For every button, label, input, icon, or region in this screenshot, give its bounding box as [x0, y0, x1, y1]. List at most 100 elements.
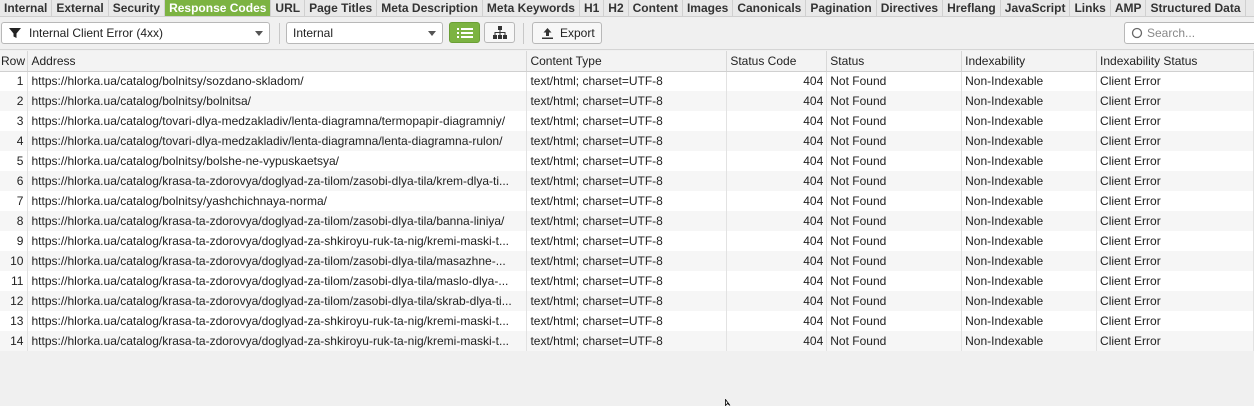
export-button[interactable]: Export [532, 22, 602, 44]
column-header-content-type[interactable]: Content Type [526, 51, 728, 72]
table-row[interactable]: 4 https://hlorka.ua/catalog/tovari-dlya-m… [0, 131, 1254, 151]
table-row[interactable]: 10 https://hlorka.ua/catalog/krasa-ta-zdo… [0, 251, 1254, 271]
tab-structured-data[interactable]: Structured Data [1146, 0, 1246, 16]
table-row[interactable]: 13 https://hlorka.ua/catalog/krasa-ta-zdo… [0, 311, 1254, 331]
content-type-cell: text/html; charset=UTF-8 [526, 291, 728, 311]
tab-page-titles[interactable]: Page Titles [305, 0, 378, 16]
tab-images[interactable]: Images [683, 0, 734, 16]
results-table: Row Address Content Type Status Code Sta… [0, 51, 1254, 351]
status-cell: Not Found [826, 331, 963, 351]
column-header-indexability[interactable]: Indexability [961, 51, 1098, 72]
funnel-icon [9, 28, 21, 38]
tab-canonicals[interactable]: Canonicals [733, 0, 807, 16]
export-icon [542, 27, 553, 39]
tab-meta-keywords[interactable]: Meta Keywords [483, 0, 580, 16]
indexability-cell: Non-Indexable [961, 151, 1098, 171]
status-code-cell: 404 [726, 191, 828, 211]
tab-amp[interactable]: AMP [1111, 0, 1147, 16]
table-row[interactable]: 11 https://hlorka.ua/catalog/krasa-ta-zdo… [0, 271, 1254, 291]
status-code-cell: 404 [726, 91, 828, 111]
column-header-row[interactable]: Row [0, 51, 29, 72]
toolbar: Internal Client Error (4xx) Internal Exp… [0, 17, 1254, 50]
row-number-cell: 14 [0, 331, 29, 351]
status-cell: Not Found [826, 251, 963, 271]
indexability-status-cell: Client Error [1096, 311, 1254, 331]
table-row[interactable]: 8 https://hlorka.ua/catalog/krasa-ta-zdor… [0, 211, 1254, 231]
status-code-cell: 404 [726, 171, 828, 191]
tab-pagination[interactable]: Pagination [806, 0, 877, 16]
tab-links[interactable]: Links [1070, 0, 1111, 16]
table-row[interactable]: 3 https://hlorka.ua/catalog/tovari-dlya-m… [0, 111, 1254, 131]
address-cell: https://hlorka.ua/catalog/krasa-ta-zdoro… [27, 231, 528, 251]
indexability-status-cell: Client Error [1096, 151, 1254, 171]
tab-meta-description[interactable]: Meta Description [377, 0, 483, 16]
tab-security[interactable]: Security [109, 0, 166, 16]
indexability-status-cell: Client Error [1096, 131, 1254, 151]
tab-h1[interactable]: H1 [580, 0, 605, 16]
tab-external[interactable]: External [52, 0, 109, 16]
indexability-status-cell: Client Error [1096, 331, 1254, 351]
chevron-down-icon [428, 31, 436, 36]
content-type-cell: text/html; charset=UTF-8 [526, 331, 728, 351]
address-cell: https://hlorka.ua/catalog/bolnitsy/yashc… [27, 191, 528, 211]
table-row[interactable]: 7 https://hlorka.ua/catalog/bolnitsy/yash… [0, 191, 1254, 211]
scope-dropdown-value: Internal [293, 26, 334, 40]
indexability-status-cell: Client Error [1096, 271, 1254, 291]
list-view-icon [456, 27, 473, 38]
indexability-cell: Non-Indexable [961, 131, 1098, 151]
filter-dropdown[interactable]: Internal Client Error (4xx) [1, 22, 270, 44]
status-code-cell: 404 [726, 211, 828, 231]
column-header-indexability-status[interactable]: Indexability Status [1096, 51, 1254, 72]
content-type-cell: text/html; charset=UTF-8 [526, 271, 728, 291]
table-row[interactable]: 1 https://hlorka.ua/catalog/bolnitsy/sozd… [0, 71, 1254, 91]
row-number-cell: 10 [0, 251, 29, 271]
search-box[interactable] [1124, 22, 1254, 44]
row-number-cell: 1 [0, 71, 29, 91]
tab-h2[interactable]: H2 [604, 0, 629, 16]
search-icon [1131, 27, 1143, 39]
search-input[interactable] [1147, 26, 1247, 40]
content-type-cell: text/html; charset=UTF-8 [526, 251, 728, 271]
toolbar-divider [279, 23, 280, 44]
tab-internal[interactable]: Internal [0, 0, 53, 16]
status-code-cell: 404 [726, 311, 828, 331]
tab-content[interactable]: Content [629, 0, 683, 16]
column-header-status[interactable]: Status [826, 51, 963, 72]
status-cell: Not Found [826, 231, 963, 251]
table-body: 1 https://hlorka.ua/catalog/bolnitsy/sozd… [0, 71, 1254, 351]
content-type-cell: text/html; charset=UTF-8 [526, 211, 728, 231]
indexability-cell: Non-Indexable [961, 191, 1098, 211]
table-row[interactable]: 14 https://hlorka.ua/catalog/krasa-ta-zdo… [0, 331, 1254, 351]
list-view-button[interactable] [449, 22, 480, 43]
table-row[interactable]: 5 https://hlorka.ua/catalog/bolnitsy/bols… [0, 151, 1254, 171]
indexability-status-cell: Client Error [1096, 191, 1254, 211]
status-code-cell: 404 [726, 231, 828, 251]
table-row[interactable]: 2 https://hlorka.ua/catalog/bolnitsy/boln… [0, 91, 1254, 111]
tab-javascript[interactable]: JavaScript [1001, 0, 1071, 16]
address-cell: https://hlorka.ua/catalog/krasa-ta-zdoro… [27, 171, 528, 191]
table-row[interactable]: 6 https://hlorka.ua/catalog/krasa-ta-zdor… [0, 171, 1254, 191]
table-row[interactable]: 12 https://hlorka.ua/catalog/krasa-ta-zdo… [0, 291, 1254, 311]
indexability-cell: Non-Indexable [961, 331, 1098, 351]
status-code-cell: 404 [726, 71, 828, 91]
column-header-address[interactable]: Address [27, 51, 528, 72]
indexability-cell: Non-Indexable [961, 211, 1098, 231]
content-type-cell: text/html; charset=UTF-8 [526, 231, 728, 251]
table-row[interactable]: 9 https://hlorka.ua/catalog/krasa-ta-zdor… [0, 231, 1254, 251]
status-cell: Not Found [826, 91, 963, 111]
row-number-cell: 2 [0, 91, 29, 111]
tab-bar: Internal External Security Response Codes UR… [0, 0, 1254, 17]
scope-dropdown[interactable]: Internal [286, 22, 443, 44]
tree-view-button[interactable] [484, 22, 515, 43]
column-header-status-code[interactable]: Status Code [726, 51, 828, 72]
mouse-cursor-icon [725, 399, 731, 406]
content-type-cell: text/html; charset=UTF-8 [526, 191, 728, 211]
status-code-cell: 404 [726, 331, 828, 351]
tab-url[interactable]: URL [271, 0, 306, 16]
tab-hreflang[interactable]: Hreflang [943, 0, 1001, 16]
tab-response-codes[interactable]: Response Codes [165, 0, 272, 16]
empty-table-area [0, 351, 1254, 406]
content-type-cell: text/html; charset=UTF-8 [526, 171, 728, 191]
tab-directives[interactable]: Directives [877, 0, 944, 16]
status-cell: Not Found [826, 291, 963, 311]
